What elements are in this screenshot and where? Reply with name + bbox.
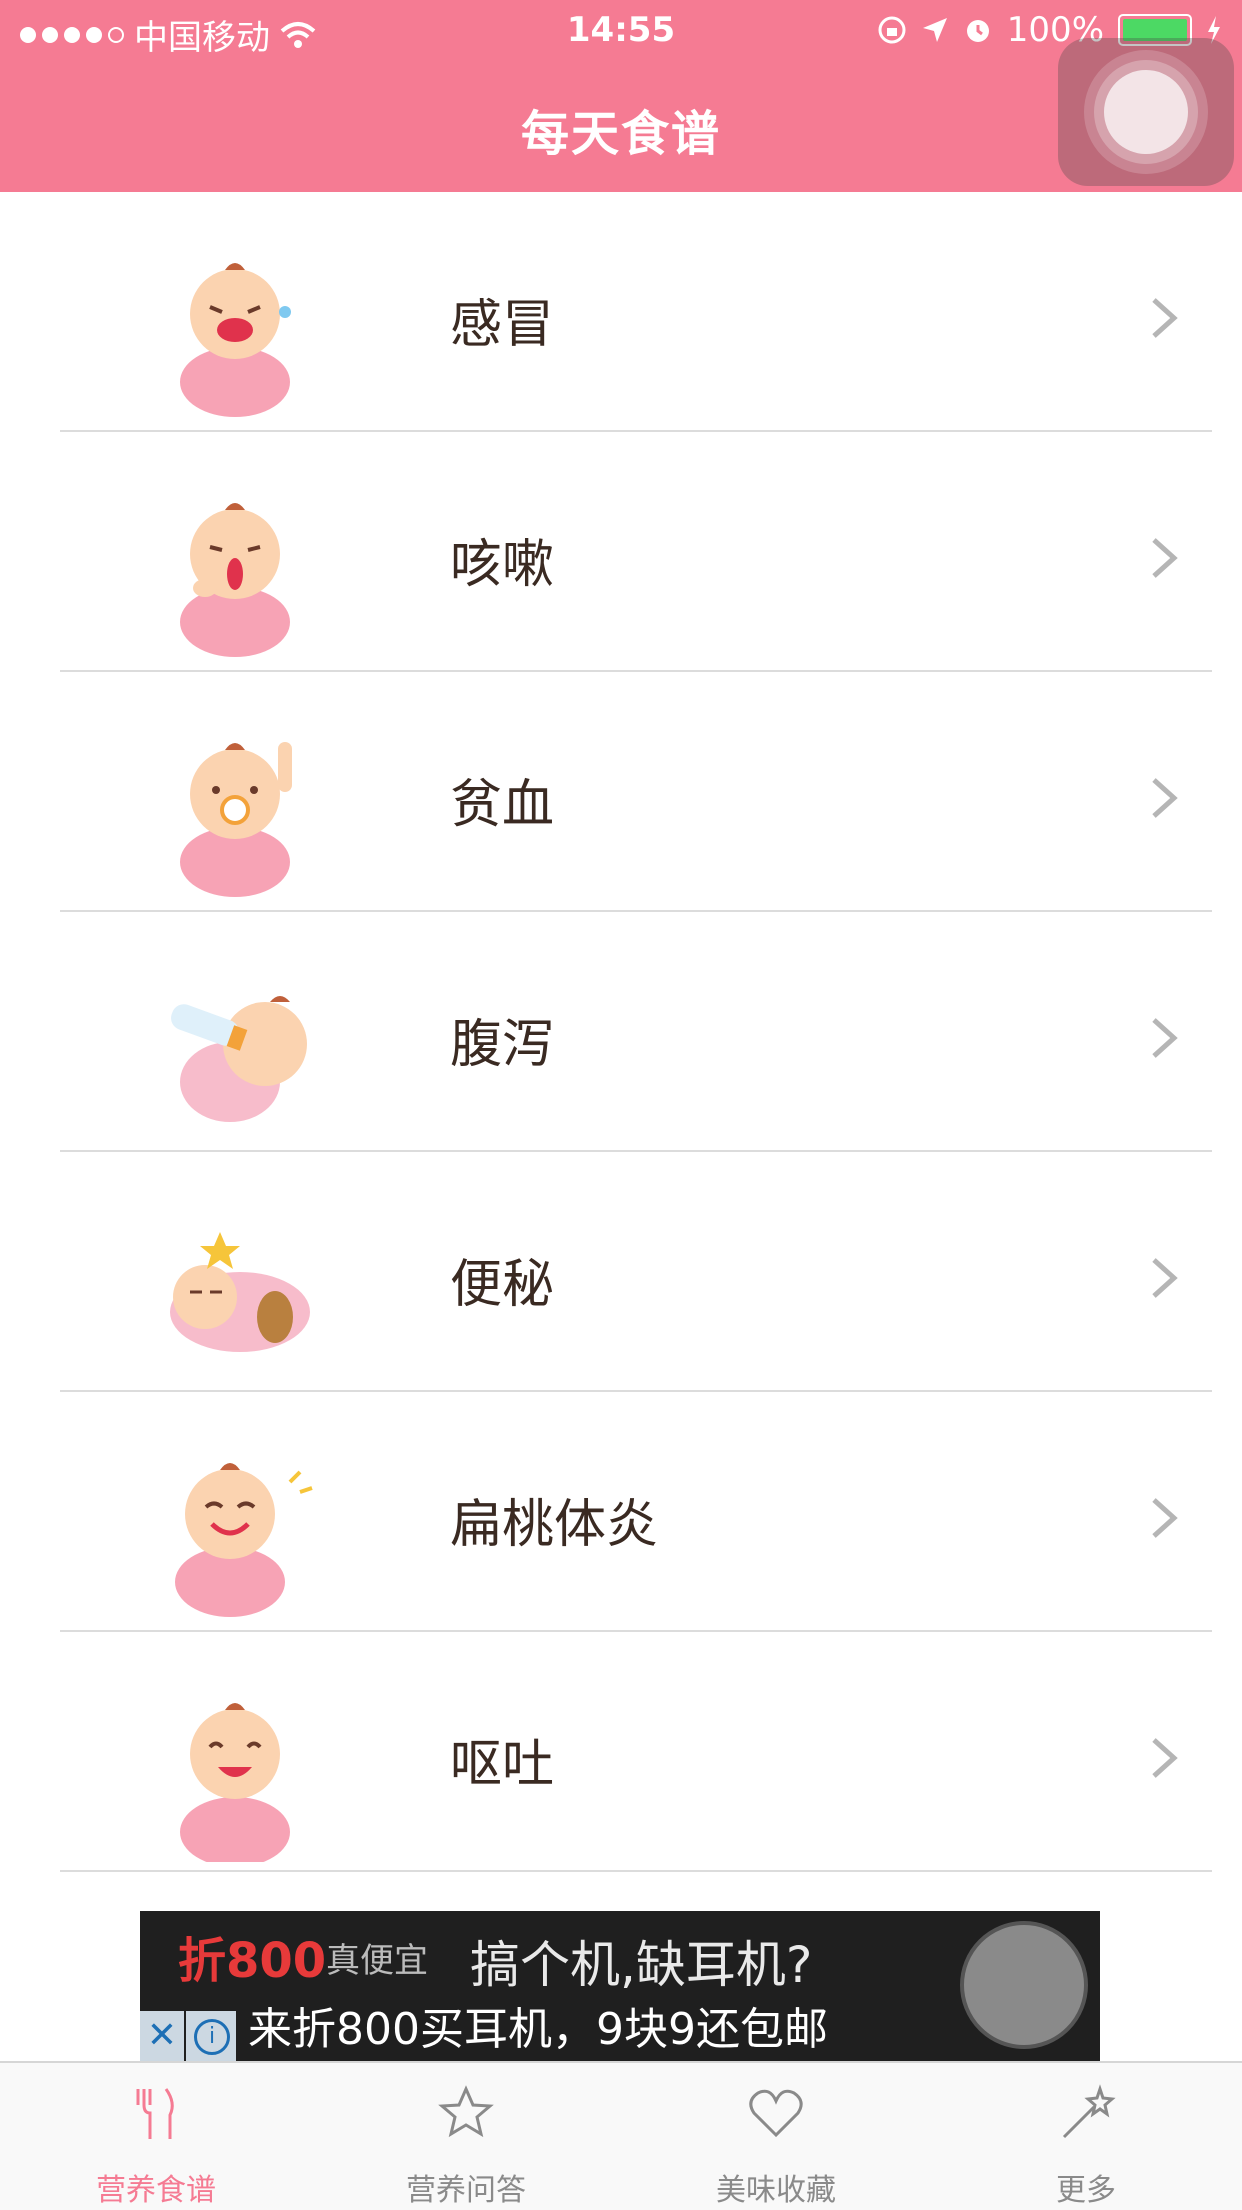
status-bar: 中国移动 14:55 100%	[0, 0, 1242, 62]
chevron-right-icon	[1152, 1738, 1178, 1778]
tab-favorites[interactable]: 美味收藏	[676, 2063, 876, 2210]
ad-banner[interactable]: 折800 真便宜 搞个机,缺耳机? 来折800买耳机，9块9还包邮 ✕ i	[140, 1911, 1100, 2061]
chevron-right-icon	[1152, 298, 1178, 338]
list-item-tonsillitis[interactable]: 扁桃体炎	[0, 1392, 1242, 1632]
tab-label: 更多	[1056, 2173, 1116, 2208]
ad-close-button[interactable]: ✕	[140, 2011, 184, 2061]
baby-smiling-icon	[180, 1703, 290, 1862]
list-item-anemia[interactable]: 贫血	[0, 672, 1242, 912]
tab-label: 营养问答	[406, 2173, 526, 2208]
tab-nutrition-recipes[interactable]: 营养食谱	[56, 2063, 256, 2210]
tab-bar: 营养食谱 营养问答 美味收藏 更多	[0, 2061, 1242, 2210]
chevron-right-icon	[1152, 1018, 1178, 1058]
list-item-diarrhea[interactable]: 腹泻	[0, 912, 1242, 1152]
heart-icon	[749, 2089, 803, 2138]
page-title: 每天食谱	[520, 106, 721, 162]
tab-label: 营养食谱	[96, 2173, 216, 2208]
list-item-cough[interactable]: 咳嗽	[0, 432, 1242, 672]
item-label: 便秘	[450, 1255, 555, 1315]
row-divider	[60, 1870, 1212, 1872]
alarm-icon	[966, 20, 989, 42]
item-label: 咳嗽	[450, 535, 555, 595]
chevron-right-icon	[1152, 1498, 1178, 1538]
item-label: 呕吐	[450, 1735, 555, 1795]
location-icon	[922, 18, 947, 42]
baby-crying-icon	[180, 263, 291, 417]
ad-brand-tagline: 真便宜	[326, 1941, 428, 1981]
item-label: 腹泻	[450, 1015, 555, 1075]
baby-bottle-icon	[171, 996, 307, 1122]
tab-label: 美味收藏	[716, 2173, 836, 2208]
rotation-lock-icon	[878, 16, 906, 44]
nav-header: 中国移动 14:55 100% 每天食谱	[0, 0, 1242, 192]
list-item-vomiting[interactable]: 呕吐	[0, 1632, 1242, 1872]
assistive-touch-button[interactable]	[1058, 38, 1234, 186]
item-label: 贫血	[450, 775, 555, 835]
info-icon: i	[194, 2019, 230, 2055]
tab-more[interactable]: 更多	[986, 2063, 1186, 2210]
baby-coughing-icon	[180, 503, 290, 657]
chevron-right-icon	[1152, 538, 1178, 578]
ad-headline: 搞个机,缺耳机?	[470, 1936, 813, 1994]
star-icon	[438, 2085, 494, 2138]
ad-subline: 来折800买耳机，9块9还包邮	[248, 2004, 828, 2055]
item-label: 感冒	[450, 295, 555, 355]
baby-sleeping-icon	[170, 1232, 310, 1352]
earphone-image	[960, 1921, 1088, 2049]
ad-brand: 折800	[178, 1933, 327, 1989]
chevron-right-icon	[1152, 1258, 1178, 1298]
list-item-cold[interactable]: 感冒	[0, 192, 1242, 432]
magic-wand-icon	[1062, 2084, 1116, 2139]
list-item-constipation[interactable]: 便秘	[0, 1152, 1242, 1392]
baby-pointing-icon	[175, 1463, 313, 1617]
item-label: 扁桃体炎	[450, 1495, 659, 1555]
fork-knife-icon	[136, 2088, 174, 2139]
baby-pacifier-icon	[180, 742, 292, 897]
tab-nutrition-qa[interactable]: 营养问答	[366, 2063, 566, 2210]
ad-info-button[interactable]: i	[186, 2011, 236, 2061]
chevron-right-icon	[1152, 778, 1178, 818]
